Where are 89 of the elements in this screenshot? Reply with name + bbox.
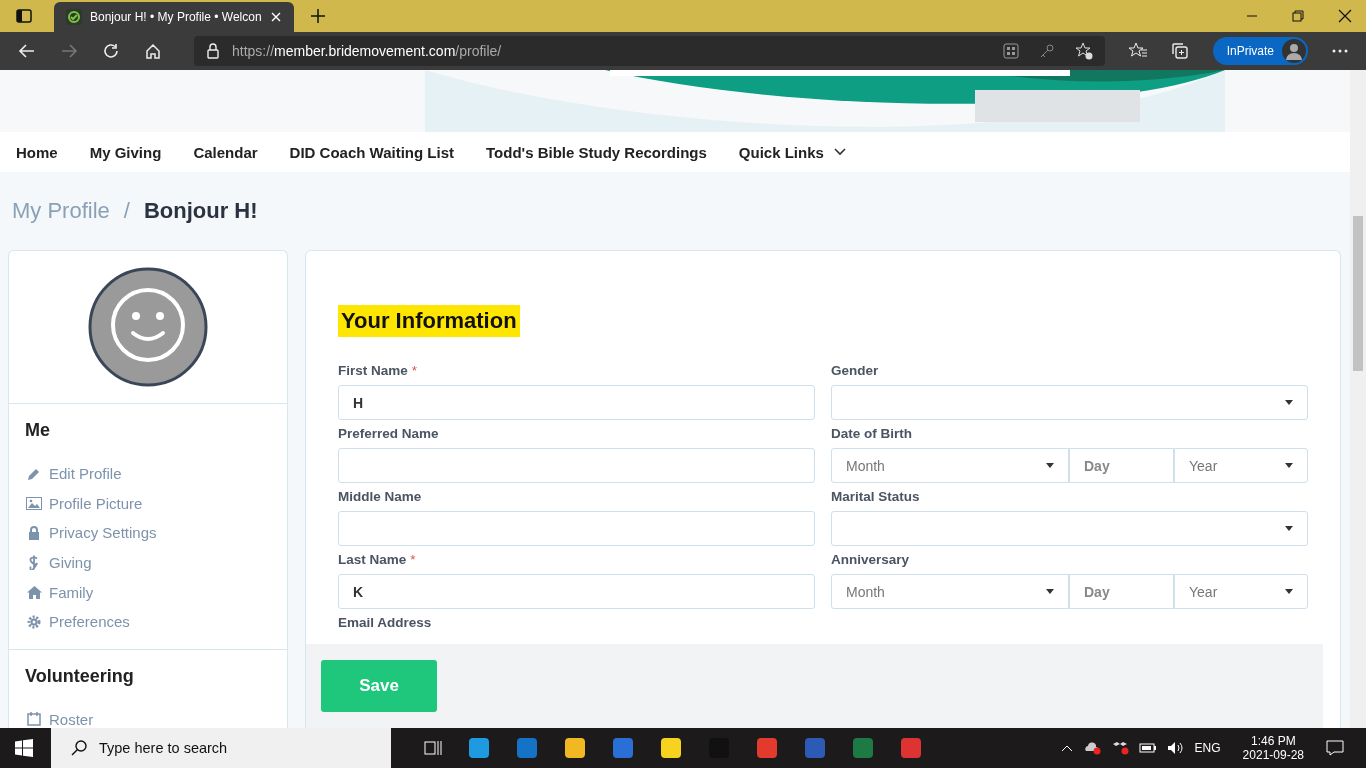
input-field[interactable] bbox=[338, 511, 815, 546]
sidebar-link[interactable]: Roster bbox=[25, 704, 271, 728]
month-select[interactable]: Month bbox=[831, 574, 1069, 609]
field-label: Preferred Name bbox=[338, 426, 439, 441]
field-label: Email Address bbox=[338, 615, 433, 632]
inprivate-button[interactable]: InPrivate bbox=[1212, 37, 1308, 65]
required-mark: * bbox=[410, 552, 416, 567]
site-icon bbox=[66, 9, 82, 25]
task-view-icon[interactable] bbox=[424, 740, 442, 756]
notifications-icon[interactable] bbox=[1326, 740, 1344, 756]
input-field[interactable] bbox=[338, 448, 815, 483]
restore-icon[interactable] bbox=[1292, 10, 1304, 22]
day-field[interactable]: Day bbox=[1069, 574, 1174, 609]
add-favorite-icon[interactable] bbox=[1074, 42, 1093, 60]
field-label: Last Name bbox=[338, 552, 407, 567]
caret-icon bbox=[1046, 463, 1054, 468]
year-select[interactable]: Year bbox=[1174, 574, 1308, 609]
field-label: First Name bbox=[338, 363, 408, 378]
field-label: Anniversary bbox=[831, 552, 911, 569]
nav-link[interactable]: DID Coach Waiting List bbox=[289, 143, 455, 161]
lock-icon bbox=[206, 43, 220, 59]
page-title: Bonjour H! bbox=[143, 198, 258, 224]
field-label: Date of Birth bbox=[831, 426, 913, 443]
sidebar-link[interactable]: Family bbox=[25, 577, 271, 607]
search-icon bbox=[71, 740, 87, 756]
section-heading: Me bbox=[25, 420, 51, 441]
input-field[interactable]: K bbox=[338, 574, 815, 609]
key-icon[interactable] bbox=[1038, 43, 1055, 59]
nav-link[interactable]: My Giving bbox=[89, 143, 162, 161]
windows-start-icon[interactable] bbox=[15, 739, 33, 757]
pencil-icon bbox=[27, 466, 41, 481]
required-mark: * bbox=[411, 363, 418, 378]
avatar-icon bbox=[88, 267, 208, 387]
scrollbar[interactable] bbox=[1350, 70, 1366, 728]
tab-actions-icon[interactable] bbox=[16, 8, 32, 24]
more-icon[interactable] bbox=[1332, 49, 1348, 53]
lock-icon bbox=[28, 526, 40, 540]
new-tab-icon[interactable] bbox=[310, 8, 326, 24]
nav-link[interactable]: Home bbox=[16, 143, 58, 161]
nav-link[interactable]: Calendar bbox=[193, 143, 258, 161]
browser-tab[interactable]: Bonjour H! • My Profile • Welcon bbox=[54, 2, 294, 32]
caret-icon bbox=[1285, 589, 1293, 594]
caret-icon bbox=[1046, 589, 1054, 594]
section-heading: Your Information bbox=[338, 305, 520, 337]
reload-icon[interactable] bbox=[102, 42, 120, 60]
volume-icon[interactable] bbox=[1166, 741, 1185, 755]
chevron-up-icon[interactable] bbox=[1060, 744, 1073, 752]
year-select[interactable]: Year bbox=[1174, 448, 1308, 483]
month-select[interactable]: Month bbox=[831, 448, 1069, 483]
select-field[interactable] bbox=[831, 385, 1308, 420]
image-icon bbox=[26, 496, 42, 510]
clock-date[interactable]: 2021-09-28 bbox=[1242, 748, 1304, 762]
forward-icon[interactable] bbox=[60, 42, 78, 60]
language-indicator[interactable]: ENG bbox=[1194, 741, 1221, 755]
sidebar-link[interactable]: Profile Picture bbox=[25, 488, 271, 519]
home-icon[interactable] bbox=[144, 42, 162, 60]
field-label: Marital Status bbox=[831, 489, 921, 506]
sidebar-link[interactable]: Edit Profile bbox=[25, 459, 271, 489]
taskbar-search-field[interactable]: Type here to search bbox=[51, 728, 391, 768]
breadcrumb-separator: / bbox=[123, 198, 130, 224]
apps-icon[interactable] bbox=[1002, 43, 1019, 59]
clock-time[interactable]: 1:46 PM bbox=[1250, 734, 1296, 748]
nav-link[interactable]: Todd's Bible Study Recordings bbox=[486, 143, 707, 161]
sidebar-link[interactable]: Privacy Settings bbox=[25, 518, 271, 548]
chevron-down-icon bbox=[833, 148, 846, 156]
caret-icon bbox=[1285, 463, 1293, 468]
sidebar-link[interactable]: Preferences bbox=[25, 606, 271, 637]
section-heading: Volunteering bbox=[25, 665, 135, 687]
battery-icon[interactable] bbox=[1138, 742, 1157, 754]
calendar-icon bbox=[27, 712, 41, 727]
close-icon[interactable] bbox=[1338, 9, 1352, 23]
cloud-icon[interactable] bbox=[1082, 741, 1101, 755]
sidebar-link[interactable]: Giving bbox=[25, 547, 271, 578]
favorites-icon[interactable] bbox=[1128, 42, 1147, 60]
collections-icon[interactable] bbox=[1170, 42, 1189, 60]
home-icon bbox=[26, 585, 42, 599]
field-label: Gender bbox=[831, 363, 880, 380]
caret-icon bbox=[1285, 400, 1293, 405]
select-field[interactable] bbox=[831, 511, 1308, 546]
field-label: Middle Name bbox=[338, 489, 422, 504]
avatar-icon bbox=[1282, 39, 1306, 63]
nav-link[interactable]: Quick Links bbox=[738, 143, 846, 161]
back-icon[interactable] bbox=[18, 42, 36, 60]
dollar-icon bbox=[29, 555, 39, 571]
address-field[interactable]: https://member.bridemovement.com/profile/ bbox=[194, 36, 1105, 66]
day-field[interactable]: Day bbox=[1069, 448, 1174, 483]
input-field[interactable]: H bbox=[338, 385, 815, 420]
caret-icon bbox=[1285, 526, 1293, 531]
gear-icon bbox=[27, 614, 41, 629]
